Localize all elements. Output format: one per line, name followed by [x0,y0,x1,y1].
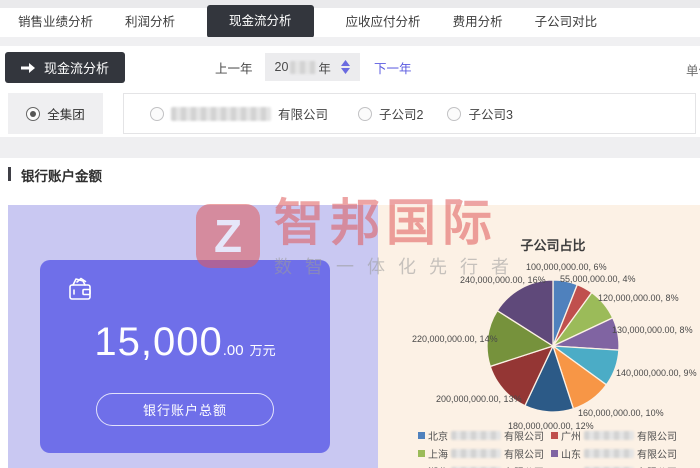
cashflow-section-button[interactable]: 现金流分析 [5,52,125,83]
bank-amount-card: 15,000.00 万元 银行账户总额 [40,260,330,453]
legend-suffix: 有限公司 [504,446,544,461]
year-navigation: 上一年 20 年 下一年 [215,53,411,81]
wallet-icon [64,274,96,306]
radio-icon[interactable] [358,107,372,121]
company3-label: 子公司3 [468,104,512,123]
legend-suffix: 有限公司 [504,428,544,443]
legend-prefix: 湖北 [428,464,448,468]
amount-unit: 万元 [250,343,276,358]
chart-legend: 北京有限公司广州有限公司上海有限公司山东有限公司湖北有限公司四川有限公司 [418,428,696,468]
section-title-marker [8,167,11,181]
legend-color-swatch [418,432,425,439]
legend-prefix: 山东 [561,446,581,461]
tab-bar: 销售业绩分析 利润分析 现金流分析 应收应付分析 费用分析 子公司对比 [0,8,700,37]
tab-现金流分析[interactable]: 现金流分析 [207,5,314,38]
legend-color-swatch [418,450,425,457]
legend-item-上海: 上海 有限公司 [418,446,551,461]
top-strip [0,0,700,8]
redacted-company-name [451,431,501,440]
redacted-company-name [171,107,271,121]
pie-slice-label: 130,000,000.00, 8% [612,325,693,335]
legend-item-山东: 山东 有限公司 [551,446,696,461]
year-suffix: 年 [318,58,331,77]
redacted-company-name [451,449,501,458]
legend-suffix: 有限公司 [504,464,544,468]
company2-radio[interactable]: 子公司2 [358,104,423,123]
subsidiary-chart-panel: 子公司占比 100,000,000.00, 6%55,000,000.00, 4… [378,205,700,468]
dashboard-page: 销售业绩分析利润分析现金流分析应收应付分析费用分析子公司对比 现金流分析 上一年… [0,0,700,468]
next-year-button[interactable]: 下一年 [374,58,412,77]
pie-slice-label: 160,000,000.00, 10% [578,408,664,418]
group-all-label: 全集团 [47,104,85,123]
legend-prefix: 四川 [561,464,581,468]
spinner-icon[interactable] [341,60,350,74]
pie-slice-label: 140,000,000.00, 9% [616,368,697,378]
pie-slice-label: 55,000,000.00, 4% [560,274,636,284]
legend-item-广州: 广州 有限公司 [551,428,696,443]
arrow-right-icon [21,62,35,74]
legend-suffix: 有限公司 [637,464,677,468]
company3-radio[interactable]: 子公司3 [447,104,512,123]
legend-suffix: 有限公司 [637,428,677,443]
tab-应收应付分析[interactable]: 应收应付分析 [346,8,421,37]
company2-label: 子公司2 [379,104,423,123]
legend-item-北京: 北京 有限公司 [418,428,551,443]
legend-color-swatch [551,432,558,439]
radio-icon[interactable] [447,107,461,121]
tab-list: 销售业绩分析 利润分析 现金流分析 应收应付分析 费用分析 子公司对比 [0,8,700,38]
pie-slice-label: 220,000,000.00, 14% [412,334,498,344]
company-options-box: 有限公司 子公司2 子公司3 [123,93,696,134]
pie-slice-label: 240,000,000.00, 16% [460,275,546,285]
unit-label: 单位 [686,60,700,79]
prev-year-button[interactable]: 上一年 [215,58,253,77]
company-filter-row: 全集团 有限公司 子公司2 子公司3 [0,88,700,137]
amount-integer: 15,000 [94,320,222,364]
legend-item-四川: 四川 有限公司 [551,464,696,468]
radio-selected-icon[interactable] [26,107,40,121]
legend-prefix: 上海 [428,446,448,461]
bank-total-button[interactable]: 银行账户总额 [96,393,274,426]
radio-icon[interactable] [150,107,164,121]
bank-amount-value: 15,000.00 万元 [40,320,330,365]
tab-销售业绩分析[interactable]: 销售业绩分析 [18,8,93,37]
tab-利润分析[interactable]: 利润分析 [125,8,175,37]
redacted-company-name [584,431,634,440]
divider-strip [0,37,700,46]
pie-slice-label: 100,000,000.00, 6% [526,262,607,272]
group-all-radio[interactable]: 全集团 [8,93,103,134]
company1-radio[interactable]: 有限公司 [150,104,328,123]
divider-strip [0,137,700,158]
section-header: 银行账户金额 [0,158,700,205]
tab-子公司对比[interactable]: 子公司对比 [535,8,598,37]
section-title: 银行账户金额 [21,165,102,185]
legend-suffix: 有限公司 [637,446,677,461]
pie-slice-label: 120,000,000.00, 8% [598,293,679,303]
pie-slice-label: 200,000,000.00, 13% [436,394,522,404]
legend-color-swatch [551,450,558,457]
legend-item-湖北: 湖北 有限公司 [418,464,551,468]
legend-prefix: 广州 [561,428,581,443]
redacted-company-name [584,449,634,458]
redacted-year [290,61,316,74]
year-select[interactable]: 20 年 [265,53,360,81]
company1-suffix-label: 有限公司 [278,104,328,123]
bank-amount-panel: 15,000.00 万元 银行账户总额 [8,205,378,468]
toolbar: 现金流分析 上一年 20 年 下一年 单位 [0,46,700,88]
cashflow-section-label: 现金流分析 [44,58,109,77]
legend-prefix: 北京 [428,428,448,443]
amount-decimal: .00 [223,342,244,359]
year-prefix: 20 [275,60,289,74]
tab-费用分析[interactable]: 费用分析 [453,8,503,37]
